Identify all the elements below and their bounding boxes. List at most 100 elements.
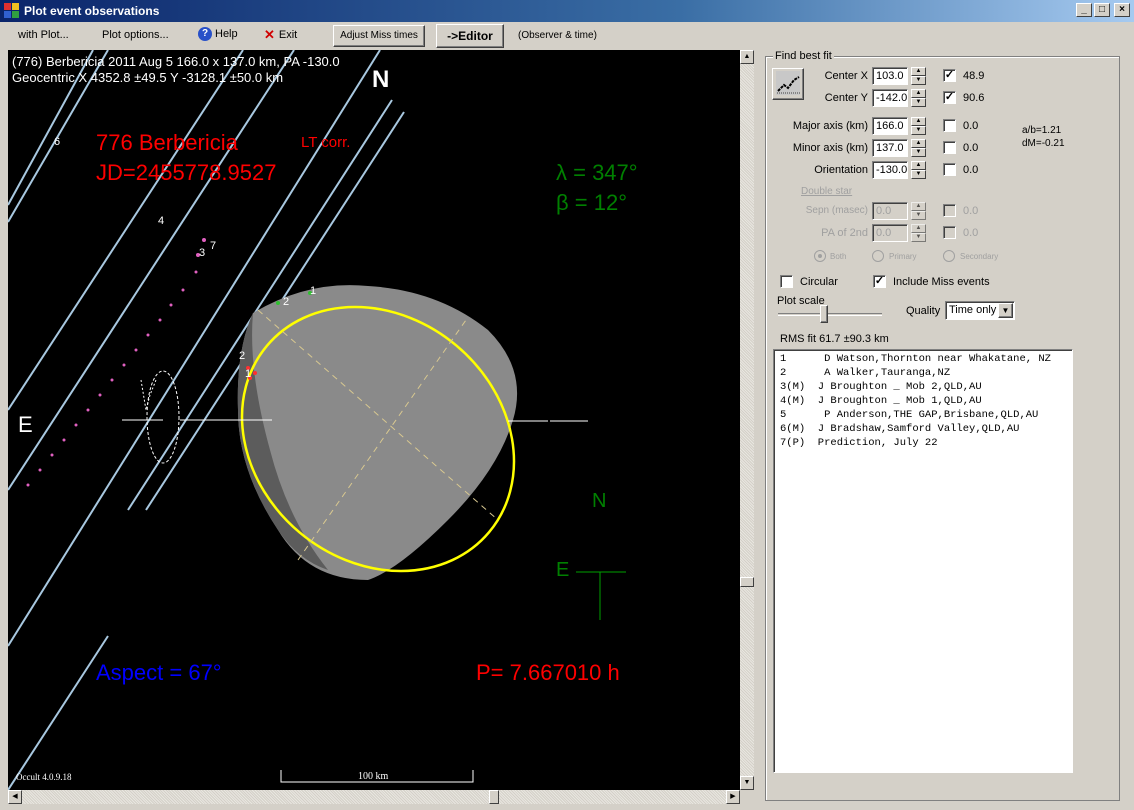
- minor-axis-checkbox[interactable]: [943, 141, 956, 154]
- plot-canvas[interactable]: (776) Berbericia 2011 Aug 5 166.0 x 137.…: [8, 50, 740, 790]
- separation-spinner[interactable]: ▲ ▼: [911, 202, 926, 220]
- vertical-scroll-thumb[interactable]: [740, 577, 754, 587]
- rotation-period: P= 7.667010 h: [476, 660, 620, 685]
- editor-button[interactable]: ->Editor: [436, 24, 504, 48]
- scale-bar-label: 100 km: [358, 771, 389, 782]
- window-title: Plot event observations: [24, 4, 160, 18]
- help-icon: ?: [198, 27, 212, 41]
- plot-vertical-scrollbar[interactable]: ▲ ▼: [740, 50, 754, 790]
- list-item[interactable]: 5 P Anderson,THE GAP,Brisbane,QLD,AU: [780, 408, 1072, 422]
- center-x-input[interactable]: 103.0: [872, 67, 908, 85]
- plot-header-line1: (776) Berbericia 2011 Aug 5 166.0 x 137.…: [12, 54, 340, 69]
- pa-second-spinner[interactable]: ▲ ▼: [911, 224, 926, 242]
- adjust-miss-times-button[interactable]: Adjust Miss times: [333, 25, 425, 47]
- help-label: Help: [215, 28, 238, 40]
- minor-axis-result: 0.0: [963, 142, 979, 154]
- chord-label: 7: [210, 240, 217, 252]
- scroll-down-button[interactable]: ▼: [740, 776, 754, 790]
- chord-label: 2: [283, 296, 290, 308]
- plot-header-line2: Geocentric X 4352.8 ±49.5 Y -3128.1 ±50.…: [12, 70, 284, 85]
- chord-label: 6: [54, 136, 61, 148]
- major-axis-spinner[interactable]: ▲ ▼: [911, 117, 926, 135]
- list-item[interactable]: 7(P) Prediction, July 22: [780, 436, 1072, 450]
- dropdown-arrow-icon[interactable]: ▼: [998, 303, 1013, 318]
- orientation-result: 0.0: [963, 164, 979, 176]
- quality-label: Quality: [906, 305, 941, 317]
- center-x-checkbox[interactable]: ✓: [943, 69, 956, 82]
- double-star-label: Double star: [801, 186, 853, 197]
- center-y-input[interactable]: -142.0: [872, 89, 908, 107]
- chord-label: 4: [158, 215, 165, 227]
- pa-second-checkbox[interactable]: [943, 226, 956, 239]
- chord-line: [8, 50, 244, 411]
- observer-list[interactable]: 1 D Watson,Thornton near Whakatane, NZ 2…: [773, 349, 1073, 773]
- title-bar: Plot event observations _ □ ×: [0, 0, 1134, 22]
- minor-axis-spinner[interactable]: ▲ ▼: [911, 139, 926, 157]
- plot-scale-slider-track[interactable]: [778, 313, 882, 316]
- chord-label: 1: [245, 368, 252, 380]
- orientation-input[interactable]: -130.0: [872, 161, 908, 179]
- center-x-result: 48.9: [963, 70, 985, 82]
- pa-second-input[interactable]: 0.0: [872, 224, 908, 242]
- list-item[interactable]: 1 D Watson,Thornton near Whakatane, NZ: [780, 352, 1072, 366]
- center-y-checkbox[interactable]: ✓: [943, 91, 956, 104]
- radio-secondary-label: Secondary: [960, 252, 999, 261]
- menu-plot-options[interactable]: Plot options...: [96, 29, 175, 41]
- chord-line: [8, 635, 109, 790]
- major-axis-checkbox[interactable]: [943, 119, 956, 132]
- plot-scale-slider-thumb[interactable]: [820, 305, 828, 323]
- lambda-value: λ = 347°: [556, 160, 638, 185]
- exit-label: Exit: [278, 29, 298, 41]
- circular-checkbox[interactable]: [780, 275, 793, 288]
- maximize-button[interactable]: □: [1094, 3, 1110, 17]
- horizontal-scroll-thumb[interactable]: [489, 790, 499, 804]
- chord-label: 2: [239, 350, 246, 362]
- list-item[interactable]: 4(M) J Broughton _ Mob 1,QLD,AU: [780, 394, 1072, 408]
- orientation-spinner[interactable]: ▲ ▼: [911, 161, 926, 179]
- scroll-right-button[interactable]: ▶: [726, 790, 740, 804]
- exit-icon: ✕: [264, 27, 275, 42]
- menu-with-plot[interactable]: with Plot...: [12, 29, 75, 41]
- plot-horizontal-scrollbar[interactable]: ◀ ▶: [8, 790, 740, 804]
- plot-scale-label: Plot scale: [777, 295, 825, 307]
- include-miss-checkbox[interactable]: ✓: [873, 275, 886, 288]
- list-item[interactable]: 6(M) J Bradshaw,Samford Valley,QLD,AU: [780, 422, 1072, 436]
- minor-axis-input[interactable]: 137.0: [872, 139, 908, 157]
- major-axis-input[interactable]: 166.0: [872, 117, 908, 135]
- separation-checkbox[interactable]: [943, 204, 956, 217]
- app-icon: [4, 3, 20, 19]
- scroll-up-button[interactable]: ▲: [740, 50, 754, 64]
- minimize-button[interactable]: _: [1076, 3, 1092, 17]
- center-x-spinner[interactable]: ▲ ▼: [911, 67, 926, 85]
- scroll-left-button[interactable]: ◀: [8, 790, 22, 804]
- radio-both-label: Both: [830, 252, 847, 261]
- include-miss-label: Include Miss events: [893, 276, 990, 288]
- close-button[interactable]: ×: [1114, 3, 1130, 17]
- chord-label: 1: [310, 285, 317, 297]
- pa-second-result: 0.0: [963, 227, 979, 239]
- separation-input[interactable]: 0.0: [872, 202, 908, 220]
- center-y-spinner[interactable]: ▲ ▼: [911, 89, 926, 107]
- axis-ratio: a/b=1.21: [1022, 125, 1062, 136]
- radio-both[interactable]: [814, 250, 826, 262]
- orientation-checkbox[interactable]: [943, 163, 956, 176]
- radio-secondary[interactable]: [943, 250, 955, 262]
- menu-exit[interactable]: ✕ Exit: [258, 27, 303, 43]
- asteroid-shape: [237, 285, 518, 580]
- julian-date: JD=2455778.9527: [96, 160, 277, 185]
- major-axis-result: 0.0: [963, 120, 979, 132]
- quality-select[interactable]: Time only ▼: [945, 301, 1015, 320]
- quality-value: Time only: [949, 304, 997, 316]
- center-x-label: Center X: [824, 70, 868, 82]
- compass-north-label: N: [592, 490, 607, 512]
- center-y-label: Center Y: [824, 92, 868, 104]
- separation-label: Sepn (masec): [805, 205, 868, 216]
- aspect-value: Aspect = 67°: [96, 660, 222, 685]
- radio-primary[interactable]: [872, 250, 884, 262]
- list-item[interactable]: 2 A Walker,Tauranga,NZ: [780, 366, 1072, 380]
- list-item[interactable]: 3(M) J Broughton _ Mob 2,QLD,AU: [780, 380, 1072, 394]
- radio-primary-label: Primary: [889, 252, 917, 261]
- pa-second-label: PA of 2nd: [821, 227, 868, 239]
- menu-help[interactable]: ? Help: [192, 27, 244, 41]
- motion-arrow: [140, 379, 157, 411]
